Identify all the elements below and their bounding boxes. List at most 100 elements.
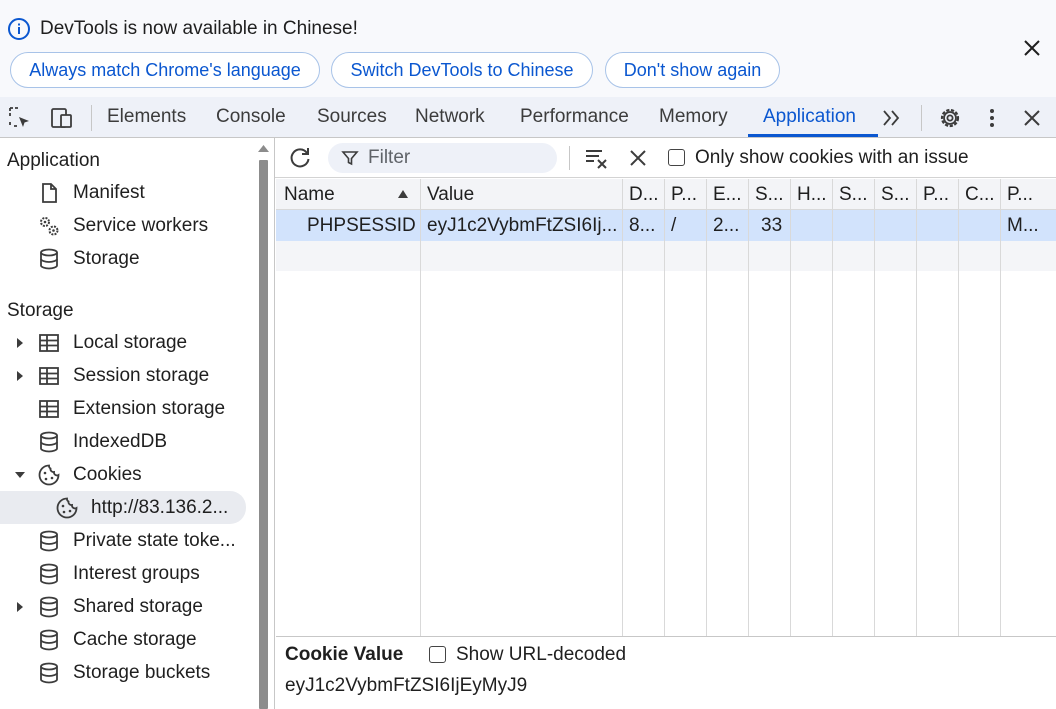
toolbar-divider (921, 105, 922, 131)
tab-memory[interactable]: Memory (659, 97, 728, 137)
settings-gear-icon[interactable] (937, 105, 963, 131)
column-header-secure[interactable]: S... (839, 179, 871, 210)
show-url-decoded-label: Show URL-decoded (456, 644, 627, 665)
device-toolbar-icon[interactable] (48, 105, 74, 131)
sidebar-item-manifest[interactable]: Manifest (0, 176, 257, 209)
cell-name[interactable]: PHPSESSID (307, 210, 417, 241)
dont-show-again-button[interactable]: Don't show again (605, 52, 780, 88)
sidebar-item-label: http://83.136.2... (91, 497, 229, 518)
tab-elements[interactable]: Elements (107, 97, 186, 137)
delete-selected-icon[interactable] (626, 146, 650, 170)
column-header-cross-site[interactable]: C... (965, 179, 997, 210)
cell-size[interactable]: 33 (761, 210, 789, 241)
sidebar-item-local-storage[interactable]: Local storage (0, 326, 257, 359)
column-header-samesite[interactable]: S... (881, 179, 913, 210)
column-header-name[interactable]: Name (284, 179, 414, 210)
sidebar-item-label: Session storage (73, 365, 210, 386)
cookie-icon (38, 464, 60, 486)
more-options-icon[interactable] (979, 105, 1005, 131)
sidebar-item-shared-storage[interactable]: Shared storage (0, 590, 257, 623)
column-divider (420, 179, 421, 636)
column-header-path[interactable]: P... (671, 179, 703, 210)
database-icon (40, 662, 58, 684)
column-header-partition-key[interactable]: P... (923, 179, 955, 210)
infobar-message: DevTools is now available in Chinese! (40, 18, 358, 39)
sidebar-item-service-workers[interactable]: Service workers (0, 209, 257, 242)
scrollbar-thumb[interactable] (259, 160, 268, 709)
column-header-value[interactable]: Value (427, 179, 617, 210)
filter-funnel-icon (341, 151, 359, 166)
filter-placeholder: Filter (368, 147, 411, 168)
table-row (276, 241, 1056, 271)
column-header-size[interactable]: S... (755, 179, 787, 210)
column-divider (622, 179, 623, 636)
sidebar-scrollbar[interactable] (257, 138, 270, 709)
sidebar-item-private-state-tokens[interactable]: Private state toke... (0, 524, 257, 557)
table-grid-icon (39, 400, 59, 418)
cell-priority[interactable]: M... (1007, 210, 1052, 241)
tab-network[interactable]: Network (415, 97, 485, 137)
sidebar-item-interest-groups[interactable]: Interest groups (0, 557, 257, 590)
toolbar-divider (91, 105, 92, 131)
column-header-domain[interactable]: D... (629, 179, 661, 210)
toolbar-divider (569, 146, 570, 170)
cell-value[interactable]: eyJ1c2VybmFtZSI6Ij... (427, 210, 619, 241)
scroll-up-arrow-icon[interactable] (257, 142, 270, 154)
language-infobar: DevTools is now available in Chinese! Al… (0, 0, 1056, 97)
only-issue-label: Only show cookies with an issue (695, 147, 969, 168)
filter-input[interactable] (328, 143, 557, 173)
show-url-decoded-checkbox[interactable] (429, 646, 446, 663)
sidebar-item-extension-storage[interactable]: Extension storage (0, 392, 257, 425)
close-icon[interactable] (1019, 35, 1045, 61)
expand-arrow-icon[interactable] (14, 601, 26, 613)
sidebar-divider (274, 138, 275, 709)
column-divider (1000, 179, 1001, 636)
table-grid-icon (39, 367, 59, 385)
tab-performance[interactable]: Performance (520, 97, 629, 137)
only-issue-checkbox[interactable] (668, 149, 685, 166)
sidebar-item-cookies[interactable]: Cookies (0, 458, 257, 491)
tab-application[interactable]: Application (763, 97, 856, 137)
refresh-icon[interactable] (287, 145, 313, 171)
column-divider (958, 179, 959, 636)
expand-arrow-icon[interactable] (14, 370, 26, 382)
column-divider (790, 179, 791, 636)
sidebar-item-session-storage[interactable]: Session storage (0, 359, 257, 392)
more-tabs-icon[interactable] (879, 105, 905, 131)
column-header-priority[interactable]: P... (1007, 179, 1052, 210)
expand-arrow-icon[interactable] (14, 337, 26, 349)
column-divider (916, 179, 917, 636)
cell-expires[interactable]: 2... (713, 210, 745, 241)
column-header-expires[interactable]: E... (713, 179, 745, 210)
sidebar-item-label: Storage buckets (73, 662, 211, 683)
sidebar-heading-application: Application (7, 150, 100, 171)
column-header-httponly[interactable]: H... (797, 179, 829, 210)
cookie-value-text[interactable]: eyJ1c2VybmFtZSI6IjEyMyJ9 (285, 674, 527, 698)
column-divider (706, 179, 707, 636)
sidebar-item-label: Shared storage (73, 596, 203, 617)
switch-to-chinese-button[interactable]: Switch DevTools to Chinese (331, 52, 593, 88)
column-divider (832, 179, 833, 636)
sidebar-item-storage-buckets[interactable]: Storage buckets (0, 656, 257, 689)
tab-console[interactable]: Console (216, 97, 286, 137)
always-match-language-button[interactable]: Always match Chrome's language (10, 52, 320, 88)
column-divider (874, 179, 875, 636)
clear-filtered-icon[interactable] (583, 145, 609, 171)
inspect-element-icon[interactable] (7, 105, 33, 131)
sidebar-item-label: Manifest (73, 182, 145, 203)
sidebar-item-indexeddb[interactable]: IndexedDB (0, 425, 257, 458)
active-tab-indicator (748, 134, 878, 137)
tab-sources[interactable]: Sources (317, 97, 387, 137)
sidebar-item-cache-storage[interactable]: Cache storage (0, 623, 257, 656)
collapse-arrow-icon[interactable] (14, 469, 26, 481)
sidebar-item-cookie-origin[interactable]: http://83.136.2... (0, 491, 246, 524)
application-sidebar: Application Manifest Service workers Sto… (0, 138, 257, 709)
file-icon (42, 183, 57, 203)
sidebar-item-storage[interactable]: Storage (0, 242, 257, 275)
cell-domain[interactable]: 8... (629, 210, 661, 241)
cell-path[interactable]: / (671, 210, 703, 241)
table-grid-icon (39, 334, 59, 352)
sidebar-item-label: IndexedDB (73, 431, 168, 452)
close-devtools-icon[interactable] (1019, 105, 1045, 131)
sidebar-heading-storage: Storage (7, 300, 74, 321)
